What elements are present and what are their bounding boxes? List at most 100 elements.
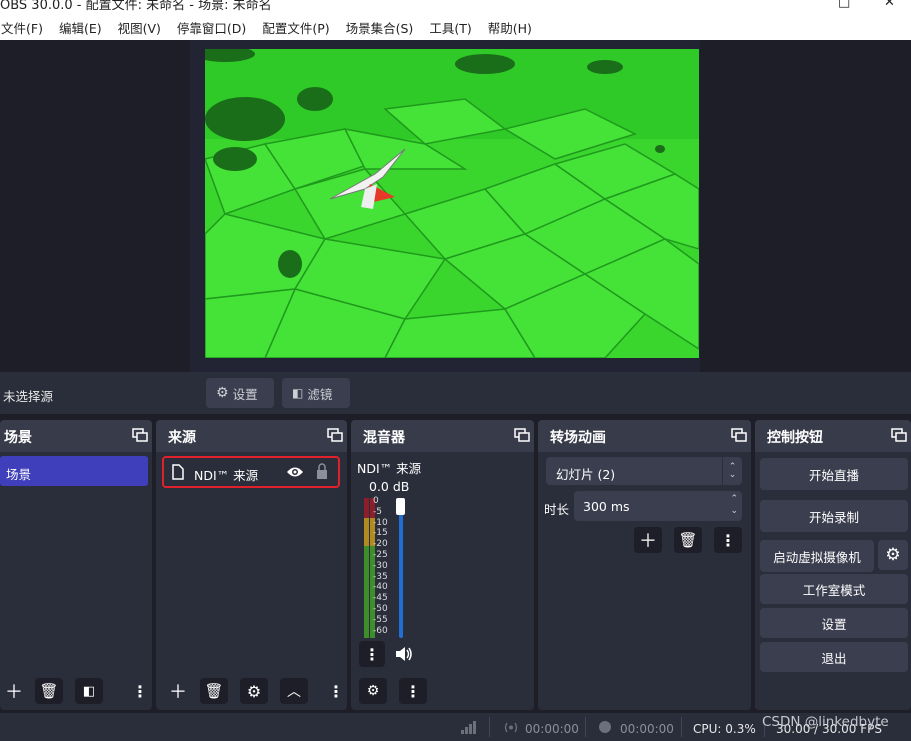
start-virtual-camera-button[interactable]: 启动虚拟摄像机 — [760, 540, 874, 572]
stream-icon — [504, 722, 518, 733]
kebab-icon: ⋮ — [364, 644, 380, 664]
no-source-selected-label: 未选择源 — [3, 389, 54, 404]
undock-icon[interactable] — [327, 428, 343, 442]
mixer-db-readout: 0.0 dB — [369, 479, 410, 494]
mixer-dock: 混音器 NDI™ 来源 0.0 dB 0 -5 -10 -15 -20 -25 … — [351, 420, 534, 710]
maximize-icon[interactable]: □ — [838, 0, 850, 10]
menu-help[interactable]: 帮助(H) — [480, 18, 540, 37]
status-separator — [489, 717, 490, 737]
start-streaming-button[interactable]: 开始直播 — [760, 458, 908, 490]
mixer-menu-button[interactable]: ⋮ — [399, 678, 427, 704]
scenes-title: 场景 — [4, 430, 32, 446]
menu-tools[interactable]: 工具(T) — [421, 18, 479, 37]
duration-value: 300 ms — [583, 499, 630, 514]
spin-arrows-icon[interactable]: ⌃ ⌄ — [730, 493, 738, 517]
speaker-icon[interactable] — [395, 646, 413, 662]
mixer-dock-header: 混音器 — [351, 420, 534, 452]
undock-icon[interactable] — [132, 428, 148, 442]
source-toolbar: 未选择源 ⚙ 设置 ◧ 滤镜 — [0, 372, 911, 414]
duration-label: 时长 — [544, 502, 570, 517]
scenes-toolbar: ＋ 🗑 ◧ ⋮ — [0, 672, 152, 710]
audio-settings-button[interactable]: ⚙ — [359, 678, 387, 704]
menu-view[interactable]: 视图(V) — [110, 18, 169, 37]
mixer-source-name: NDI™ 来源 — [357, 461, 422, 476]
plus-icon: ＋ — [169, 682, 187, 703]
kebab-icon: ⋮ — [328, 681, 344, 701]
volume-fader-track[interactable] — [399, 500, 403, 638]
scale-tick: -55 — [373, 614, 388, 625]
menu-scene-collection[interactable]: 场景集合(S) — [338, 18, 422, 37]
scene-filters-button[interactable]: ◧ — [75, 678, 103, 704]
scene-list-item[interactable]: 场景 — [0, 456, 148, 486]
transition-select-value: 幻灯片 (2) — [556, 467, 616, 482]
plus-icon: ＋ — [5, 682, 23, 703]
lock-icon[interactable] — [316, 463, 328, 480]
undock-icon[interactable] — [514, 428, 530, 442]
eye-icon[interactable] — [286, 465, 304, 479]
add-source-button[interactable]: ＋ — [164, 678, 192, 704]
scenes-dock: 场景 场景 ＋ 🗑 ◧ ⋮ — [0, 420, 152, 710]
scale-tick: -5 — [373, 506, 382, 517]
remove-source-button[interactable]: 🗑 — [200, 678, 228, 704]
sources-dock: 来源 NDI™ 来源 ＋ 🗑 ⚙ ︿ ⋮ — [156, 420, 347, 710]
menu-edit[interactable]: 编辑(E) — [51, 18, 110, 37]
scale-tick: -25 — [373, 549, 388, 560]
chevron-up-icon: ︿ — [287, 684, 301, 700]
scale-tick: -10 — [373, 517, 388, 528]
filters-button[interactable]: ◧ 滤镜 — [282, 378, 350, 408]
duration-spinbox[interactable]: 300 ms ⌃ ⌄ — [574, 491, 742, 521]
properties-button[interactable]: ⚙ 设置 — [206, 378, 274, 408]
studio-mode-button[interactable]: 工作室模式 — [760, 574, 908, 604]
mixer-title: 混音器 — [363, 430, 405, 446]
undock-icon[interactable] — [891, 428, 907, 442]
exit-button[interactable]: 退出 — [760, 642, 908, 672]
scale-tick: -45 — [373, 593, 388, 604]
add-scene-button[interactable]: ＋ — [0, 678, 28, 704]
remove-transition-button[interactable]: 🗑 — [674, 527, 702, 553]
cpu-usage: CPU: 0.3% — [693, 722, 756, 736]
undock-icon[interactable] — [731, 428, 747, 442]
add-transition-button[interactable]: ＋ — [634, 527, 662, 553]
scale-tick: -60 — [373, 625, 388, 636]
scale-tick: -20 — [373, 539, 388, 550]
sources-toolbar: ＋ 🗑 ⚙ ︿ ⋮ — [156, 672, 347, 710]
filter-icon: ◧ — [292, 386, 304, 400]
source-properties-button[interactable]: ⚙ — [240, 678, 268, 704]
gears-icon: ⚙ — [366, 683, 380, 699]
trash-icon: 🗑 — [678, 531, 698, 549]
transition-properties-button[interactable]: ⋮ — [714, 527, 742, 553]
transition-select[interactable]: 幻灯片 (2) ⌃ ⌄ — [546, 457, 742, 485]
remove-scene-button[interactable]: 🗑 — [35, 678, 63, 704]
source-list-item[interactable]: NDI™ 来源 — [162, 456, 340, 488]
close-icon[interactable]: ✕ — [884, 0, 895, 10]
menu-bar: 文件(F) 编辑(E) 视图(V) 停靠窗口(D) 配置文件(P) 场景集合(S… — [0, 14, 911, 40]
move-source-up-button[interactable]: ︿ — [280, 678, 308, 704]
preview-area[interactable] — [0, 40, 911, 388]
meter-scale: 0 -5 -10 -15 -20 -25 -30 -35 -40 -45 -50… — [373, 496, 388, 636]
source-more-button[interactable]: ⋮ — [327, 678, 345, 704]
signal-bars-icon — [461, 721, 476, 734]
menu-file[interactable]: 文件(F) — [0, 18, 51, 37]
scale-tick: -40 — [373, 582, 388, 593]
kebab-icon: ⋮ — [132, 681, 148, 701]
source-item-label: NDI™ 来源 — [194, 468, 259, 483]
controls-dock-header: 控制按钮 — [755, 420, 911, 452]
menu-docks[interactable]: 停靠窗口(D) — [169, 18, 254, 37]
scale-tick: -30 — [373, 560, 388, 571]
trash-icon: 🗑 — [204, 682, 224, 700]
kebab-icon: ⋮ — [720, 530, 736, 550]
scenes-dock-header: 场景 — [0, 420, 152, 452]
scene-more-button[interactable]: ⋮ — [130, 678, 150, 704]
virtual-camera-settings-button[interactable]: ⚙ — [878, 540, 908, 570]
file-icon — [172, 464, 184, 480]
volume-fader-handle[interactable] — [396, 498, 405, 515]
preview-canvas[interactable] — [205, 49, 699, 358]
watermark-text: CSDN @linkedbyte — [762, 714, 889, 730]
start-recording-button[interactable]: 开始录制 — [760, 500, 908, 532]
properties-label: 设置 — [232, 386, 258, 402]
sources-title: 来源 — [168, 430, 196, 446]
settings-button[interactable]: 设置 — [760, 608, 908, 638]
mixer-more-button[interactable]: ⋮ — [359, 641, 385, 667]
scale-tick: -50 — [373, 603, 388, 614]
menu-profile[interactable]: 配置文件(P) — [254, 18, 337, 37]
